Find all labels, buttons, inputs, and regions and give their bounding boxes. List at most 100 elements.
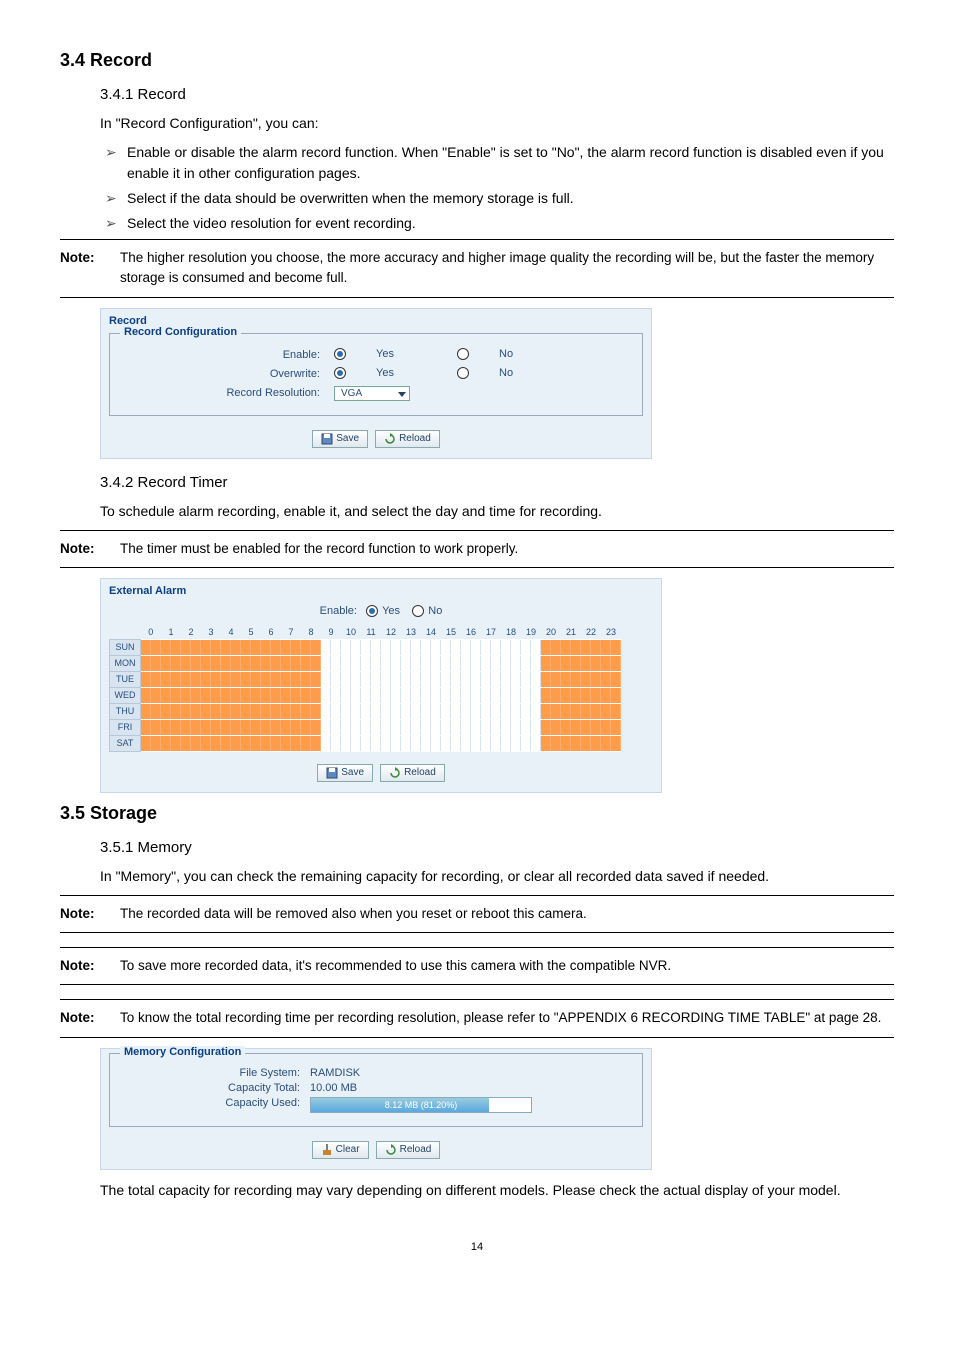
reload-button[interactable]: Reload (376, 1141, 441, 1159)
schedule-cell[interactable] (341, 655, 361, 671)
schedule-cell[interactable] (501, 735, 521, 751)
enable-yes-radio[interactable]: Yes (334, 348, 424, 360)
schedule-cell[interactable] (221, 703, 241, 719)
schedule-cell[interactable] (581, 655, 601, 671)
schedule-cell[interactable] (541, 687, 561, 703)
schedule-cell[interactable] (501, 687, 521, 703)
schedule-cell[interactable] (381, 735, 401, 751)
schedule-cell[interactable] (241, 639, 261, 655)
schedule-cell[interactable] (281, 687, 301, 703)
schedule-cell[interactable] (421, 639, 441, 655)
resolution-select[interactable]: VGA (334, 386, 410, 401)
schedule-cell[interactable] (281, 719, 301, 735)
schedule-cell[interactable] (561, 639, 581, 655)
schedule-cell[interactable] (461, 687, 481, 703)
schedule-cell[interactable] (301, 719, 321, 735)
schedule-cell[interactable] (401, 735, 421, 751)
schedule-cell[interactable] (281, 639, 301, 655)
timer-enable-yes-radio[interactable]: Yes (366, 605, 400, 617)
schedule-cell[interactable] (221, 719, 241, 735)
schedule-cell[interactable] (221, 687, 241, 703)
schedule-cell[interactable] (601, 735, 621, 751)
schedule-cell[interactable] (221, 655, 241, 671)
schedule-cell[interactable] (161, 655, 181, 671)
schedule-cell[interactable] (401, 655, 421, 671)
clear-button[interactable]: Clear (312, 1141, 369, 1159)
schedule-cell[interactable] (321, 639, 341, 655)
schedule-cell[interactable] (161, 735, 181, 751)
schedule-cell[interactable] (341, 671, 361, 687)
schedule-cell[interactable] (321, 703, 341, 719)
schedule-cell[interactable] (581, 703, 601, 719)
overwrite-no-radio[interactable]: No (457, 367, 543, 379)
schedule-cell[interactable] (601, 639, 621, 655)
schedule-cell[interactable] (521, 687, 541, 703)
schedule-cell[interactable] (501, 719, 521, 735)
timer-enable-no-radio[interactable]: No (412, 605, 442, 617)
schedule-cell[interactable] (381, 671, 401, 687)
schedule-cell[interactable] (421, 671, 441, 687)
schedule-cell[interactable] (321, 735, 341, 751)
schedule-cell[interactable] (201, 687, 221, 703)
schedule-cell[interactable] (401, 687, 421, 703)
schedule-cell[interactable] (241, 687, 261, 703)
schedule-cell[interactable] (401, 639, 421, 655)
schedule-cell[interactable] (301, 639, 321, 655)
schedule-cell[interactable] (301, 735, 321, 751)
schedule-cell[interactable] (141, 655, 162, 671)
schedule-cell[interactable] (381, 703, 401, 719)
schedule-cell[interactable] (541, 719, 561, 735)
schedule-cell[interactable] (201, 639, 221, 655)
schedule-cell[interactable] (141, 687, 162, 703)
schedule-cell[interactable] (161, 703, 181, 719)
schedule-cell[interactable] (481, 639, 501, 655)
schedule-cell[interactable] (481, 719, 501, 735)
schedule-cell[interactable] (521, 671, 541, 687)
schedule-cell[interactable] (141, 671, 162, 687)
schedule-cell[interactable] (281, 735, 301, 751)
schedule-cell[interactable] (461, 735, 481, 751)
schedule-cell[interactable] (561, 735, 581, 751)
schedule-cell[interactable] (181, 639, 201, 655)
schedule-cell[interactable] (601, 671, 621, 687)
schedule-cell[interactable] (601, 703, 621, 719)
schedule-cell[interactable] (581, 687, 601, 703)
schedule-cell[interactable] (501, 655, 521, 671)
reload-button[interactable]: Reload (375, 430, 440, 448)
schedule-cell[interactable] (441, 703, 461, 719)
schedule-cell[interactable] (381, 639, 401, 655)
schedule-cell[interactable] (561, 719, 581, 735)
schedule-cell[interactable] (261, 671, 281, 687)
schedule-cell[interactable] (441, 687, 461, 703)
schedule-cell[interactable] (441, 719, 461, 735)
schedule-cell[interactable] (361, 687, 381, 703)
schedule-cell[interactable] (501, 671, 521, 687)
schedule-cell[interactable] (401, 719, 421, 735)
save-button[interactable]: Save (317, 764, 373, 782)
schedule-cell[interactable] (461, 671, 481, 687)
schedule-cell[interactable] (261, 655, 281, 671)
schedule-cell[interactable] (581, 719, 601, 735)
schedule-cell[interactable] (181, 703, 201, 719)
schedule-cell[interactable] (541, 703, 561, 719)
schedule-cell[interactable] (241, 671, 261, 687)
schedule-cell[interactable] (421, 719, 441, 735)
schedule-cell[interactable] (421, 703, 441, 719)
schedule-cell[interactable] (261, 687, 281, 703)
schedule-cell[interactable] (541, 671, 561, 687)
schedule-cell[interactable] (341, 687, 361, 703)
schedule-cell[interactable] (281, 655, 301, 671)
schedule-cell[interactable] (521, 655, 541, 671)
schedule-cell[interactable] (301, 703, 321, 719)
schedule-cell[interactable] (521, 703, 541, 719)
schedule-cell[interactable] (361, 671, 381, 687)
schedule-cell[interactable] (461, 719, 481, 735)
schedule-cell[interactable] (601, 655, 621, 671)
schedule-cell[interactable] (161, 671, 181, 687)
schedule-cell[interactable] (461, 639, 481, 655)
schedule-cell[interactable] (421, 687, 441, 703)
schedule-cell[interactable] (201, 671, 221, 687)
schedule-cell[interactable] (441, 655, 461, 671)
schedule-cell[interactable] (141, 735, 162, 751)
schedule-cell[interactable] (481, 655, 501, 671)
